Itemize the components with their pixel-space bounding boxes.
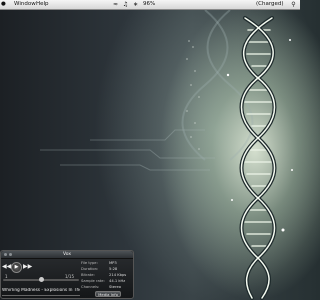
speaker-icon[interactable]: ♫ — [122, 1, 129, 8]
menu-window[interactable]: Window — [14, 0, 36, 9]
battery-percent[interactable]: 96% — [143, 0, 155, 9]
user-status[interactable]: (Charged) — [256, 0, 284, 9]
seek-bar[interactable] — [2, 295, 80, 296]
menu-help[interactable]: Help — [36, 0, 49, 9]
bluetooth-icon[interactable]: ∗ — [132, 1, 139, 8]
minimize-icon[interactable] — [9, 253, 12, 256]
next-track-icon[interactable]: ▶▶ — [23, 263, 32, 271]
previous-track-icon[interactable]: ◀◀ — [2, 263, 11, 271]
volume-slider[interactable] — [3, 277, 79, 282]
info-row-channels: Channels: Stereo — [81, 284, 133, 290]
wifi-icon[interactable]: ≈ — [112, 1, 119, 8]
info-value: Stereo — [109, 285, 122, 289]
volume-slider-knob[interactable] — [38, 277, 44, 282]
spotlight-icon[interactable]: ⚲ — [290, 1, 297, 8]
close-icon[interactable] — [4, 253, 7, 256]
info-key: Channels: — [81, 285, 100, 289]
player-title: Vox — [62, 252, 71, 257]
apple-menu-icon[interactable]: ● — [1, 0, 6, 9]
music-player-window: Vox ◀◀ ▶ ▶▶ 1 1/15 Whirling Madness - Ex… — [0, 250, 134, 299]
media-info-button[interactable]: Media Info — [95, 291, 121, 297]
menu-bar: ● Window Help ≈ ♫ ∗ 96% (Charged) ⚲ — [0, 0, 300, 10]
track-info-panel: File type: MP3 Duration: 5:28 Bitrate: 2… — [81, 260, 133, 290]
now-playing-title: Whirling Madness - Explosions In The Sky — [2, 288, 80, 293]
player-titlebar[interactable]: Vox — [1, 251, 133, 259]
play-button[interactable]: ▶ — [11, 262, 22, 273]
